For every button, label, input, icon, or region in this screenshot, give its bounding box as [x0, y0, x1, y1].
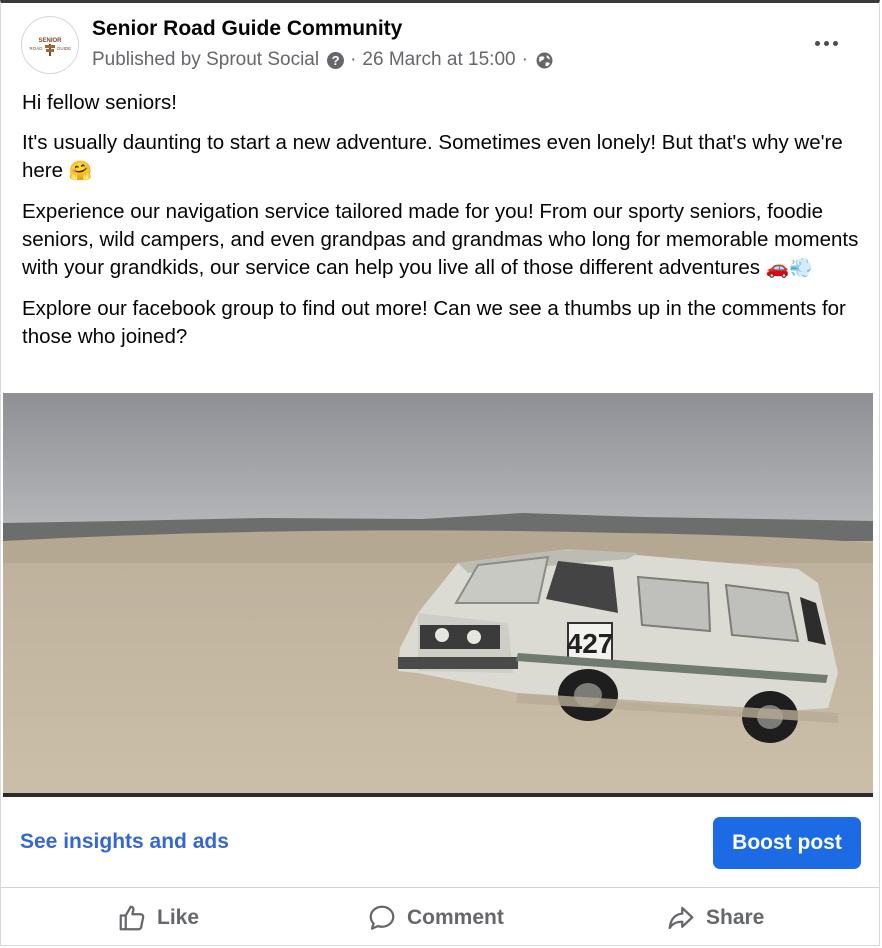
dot-icon	[823, 40, 829, 46]
post-card: SENIOR ROAD GUIDE Senior Road Guide Comm…	[0, 0, 880, 946]
comment-button[interactable]: Comment	[367, 889, 504, 947]
share-label: Share	[706, 906, 765, 929]
see-insights-link[interactable]: See insights and ads	[20, 830, 229, 854]
paragraph-text: Experience our navigation service tailor…	[22, 200, 859, 279]
divider	[1, 887, 879, 888]
thumbs-up-icon	[119, 905, 145, 931]
dot-icon	[814, 40, 820, 46]
road-guide-logo-icon: SENIOR ROAD GUIDE	[29, 38, 71, 56]
question-icon[interactable]: ?	[327, 51, 345, 69]
share-button[interactable]: Share	[666, 889, 764, 947]
post-body: Hi fellow seniors! It's usually daunting…	[22, 89, 862, 363]
car-dash-emoji: 🚗💨	[765, 258, 814, 279]
more-options-button[interactable]	[809, 29, 843, 57]
van-number: 427	[567, 628, 614, 659]
svg-text:GUIDE: GUIDE	[57, 46, 71, 51]
post-actions-bar: Like Comment Share	[1, 889, 879, 947]
meta-separator: ·	[350, 49, 357, 70]
post-header: SENIOR ROAD GUIDE Senior Road Guide Comm…	[1, 3, 879, 83]
van-in-desert-photo-icon: 427	[3, 393, 873, 797]
post-paragraph: It's usually daunting to start a new adv…	[22, 129, 862, 186]
like-button[interactable]: Like	[117, 889, 199, 947]
post-date[interactable]: 26 March at 15:00	[362, 49, 515, 71]
svg-text:SENIOR: SENIOR	[38, 38, 62, 44]
share-arrow-icon	[668, 906, 694, 930]
comment-bubble-icon	[369, 905, 395, 930]
meta-separator: ·	[521, 49, 528, 70]
page-avatar[interactable]: SENIOR ROAD GUIDE	[21, 16, 79, 74]
dot-icon	[832, 40, 838, 46]
paragraph-text: It's usually daunting to start a new adv…	[22, 131, 843, 182]
post-paragraph: Explore our facebook group to find out m…	[22, 295, 862, 351]
svg-text:ROAD: ROAD	[29, 46, 43, 51]
post-paragraph: Hi fellow seniors!	[22, 89, 862, 117]
paragraph-text: Explore our facebook group to find out m…	[22, 297, 846, 348]
post-paragraph: Experience our navigation service tailor…	[22, 198, 862, 283]
boost-post-button[interactable]: Boost post	[713, 817, 861, 869]
paragraph-text: Hi fellow seniors!	[22, 91, 177, 114]
page-name[interactable]: Senior Road Guide Community	[92, 17, 402, 41]
hugging-face-emoji: 🤗	[68, 161, 93, 182]
like-label: Like	[157, 906, 200, 929]
globe-icon[interactable]	[536, 52, 553, 69]
published-by[interactable]: Published by Sprout Social	[92, 49, 319, 71]
post-meta: Published by Sprout Social ? · 26 March …	[92, 49, 553, 71]
comment-label: Comment	[407, 906, 504, 929]
post-image[interactable]: 427	[3, 393, 873, 797]
